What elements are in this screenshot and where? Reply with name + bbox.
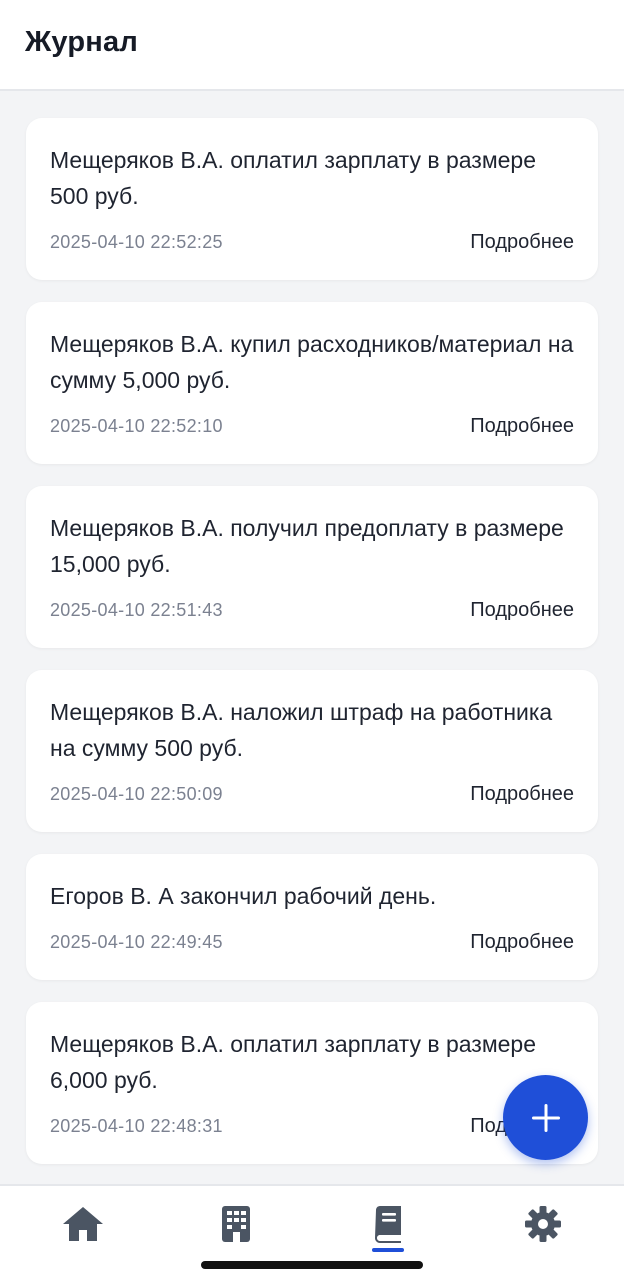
add-entry-button[interactable] [503, 1075, 588, 1160]
journal-entry-card[interactable]: Мещеряков В.А. наложил штраф на работник… [26, 670, 598, 832]
header: Журнал [0, 0, 624, 91]
bottom-tab-bar [0, 1184, 624, 1280]
entry-text: Мещеряков В.А. оплатил зарплату в размер… [50, 1031, 537, 1093]
journal-entry-card[interactable]: Мещеряков В.А. купил расходников/материа… [26, 302, 598, 464]
home-icon [63, 1207, 103, 1241]
tab-settings[interactable] [465, 1186, 621, 1280]
journal-entry-card[interactable]: Мещеряков В.А. оплатил зарплату в размер… [26, 118, 598, 280]
plus-icon [531, 1103, 560, 1132]
details-link[interactable]: Подробнее [470, 931, 574, 954]
entry-timestamp: 2025-04-10 22:49:45 [50, 932, 223, 952]
entry-text: Мещеряков В.А. наложил штраф на работник… [50, 699, 553, 761]
app-root: Журнал Мещеряков В.А. оплатил зарплату в… [0, 0, 624, 1280]
entry-text: Егоров В. А закончил рабочий день. [50, 883, 437, 909]
entry-timestamp: 2025-04-10 22:52:25 [50, 232, 223, 252]
journal-entry-card[interactable]: Егоров В. А закончил рабочий день. 2025-… [26, 854, 598, 980]
building-icon [222, 1206, 250, 1242]
gear-icon [525, 1206, 561, 1242]
entry-text: Мещеряков В.А. купил расходников/материа… [50, 331, 574, 393]
journal-book-icon [375, 1206, 401, 1243]
entry-timestamp: 2025-04-10 22:51:43 [50, 600, 223, 620]
journal-entry-card[interactable]: Мещеряков В.А. получил предоплату в разм… [26, 486, 598, 648]
entry-text: Мещеряков В.А. оплатил зарплату в размер… [50, 147, 537, 209]
page-title: Журнал [25, 26, 138, 58]
system-home-indicator[interactable] [201, 1261, 423, 1269]
active-tab-indicator [372, 1248, 404, 1252]
entry-timestamp: 2025-04-10 22:50:09 [50, 784, 223, 804]
entry-text: Мещеряков В.А. получил предоплату в разм… [50, 515, 564, 577]
details-link[interactable]: Подробнее [470, 415, 574, 438]
details-link[interactable]: Подробнее [470, 231, 574, 254]
entry-timestamp: 2025-04-10 22:52:10 [50, 416, 223, 436]
journal-feed[interactable]: Мещеряков В.А. оплатил зарплату в размер… [0, 92, 624, 1184]
details-link[interactable]: Подробнее [470, 783, 574, 806]
tab-home[interactable] [3, 1186, 159, 1280]
entry-timestamp: 2025-04-10 22:48:31 [50, 1116, 223, 1136]
details-link[interactable]: Подробнее [470, 599, 574, 622]
